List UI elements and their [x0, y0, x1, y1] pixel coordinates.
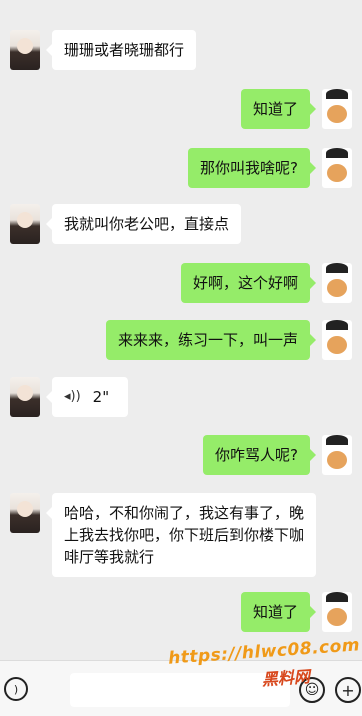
voice-duration: 2" — [92, 388, 110, 406]
contact-avatar[interactable] — [10, 204, 40, 244]
message-bubble[interactable]: 我就叫你老公吧，直接点 — [45, 204, 242, 244]
voice-icon[interactable]: ) — [4, 677, 28, 701]
message-bubble[interactable]: 来来来，练习一下，叫一声 — [105, 320, 317, 360]
contact-avatar[interactable] — [10, 377, 40, 417]
message-row: ◂)) 2" — [10, 377, 128, 417]
self-avatar[interactable] — [322, 320, 352, 360]
message-row: 知道了 — [240, 89, 352, 129]
message-bubble[interactable]: 知道了 — [240, 592, 317, 632]
message-row: 知道了 — [240, 592, 352, 632]
message-row: 我就叫你老公吧，直接点 — [10, 204, 242, 244]
self-avatar[interactable] — [322, 592, 352, 632]
contact-avatar[interactable] — [10, 30, 40, 70]
message-bubble[interactable]: 哈哈，不和你闹了，我这有事了，晚上我去找你吧，你下班后到你楼下咖啡厅等我就行 — [46, 493, 316, 577]
message-bubble[interactable]: 你咋骂人呢? — [203, 435, 316, 475]
message-row: 来来来，练习一下，叫一声 — [105, 320, 352, 360]
sound-wave-icon: ◂)) — [64, 389, 81, 404]
message-row: 你咋骂人呢? — [203, 435, 352, 475]
message-bubble[interactable]: 知道了 — [240, 89, 317, 129]
contact-avatar[interactable] — [10, 493, 40, 533]
watermark-name: 黑料网 — [261, 666, 311, 690]
self-avatar[interactable] — [322, 263, 352, 303]
message-bubble[interactable]: 珊珊或者晓珊都行 — [45, 30, 197, 70]
self-avatar[interactable] — [322, 148, 352, 188]
message-bubble[interactable]: 那你叫我啥呢? — [188, 148, 316, 188]
message-input[interactable] — [70, 673, 290, 707]
voice-message-bubble[interactable]: ◂)) 2" — [46, 377, 128, 417]
message-row: 好啊，这个好啊 — [180, 263, 352, 303]
chat-area: 珊珊或者晓珊都行 知道了 那你叫我啥呢? 我就叫你老公吧，直接点 好啊，这个好啊… — [0, 0, 362, 660]
self-avatar[interactable] — [322, 435, 352, 475]
message-row: 哈哈，不和你闹了，我这有事了，晚上我去找你吧，你下班后到你楼下咖啡厅等我就行 — [10, 493, 316, 577]
message-bubble[interactable]: 好啊，这个好啊 — [180, 263, 317, 303]
message-row: 那你叫我啥呢? — [188, 148, 352, 188]
self-avatar[interactable] — [322, 89, 352, 129]
plus-icon[interactable]: + — [335, 677, 361, 703]
message-row: 珊珊或者晓珊都行 — [10, 30, 197, 70]
